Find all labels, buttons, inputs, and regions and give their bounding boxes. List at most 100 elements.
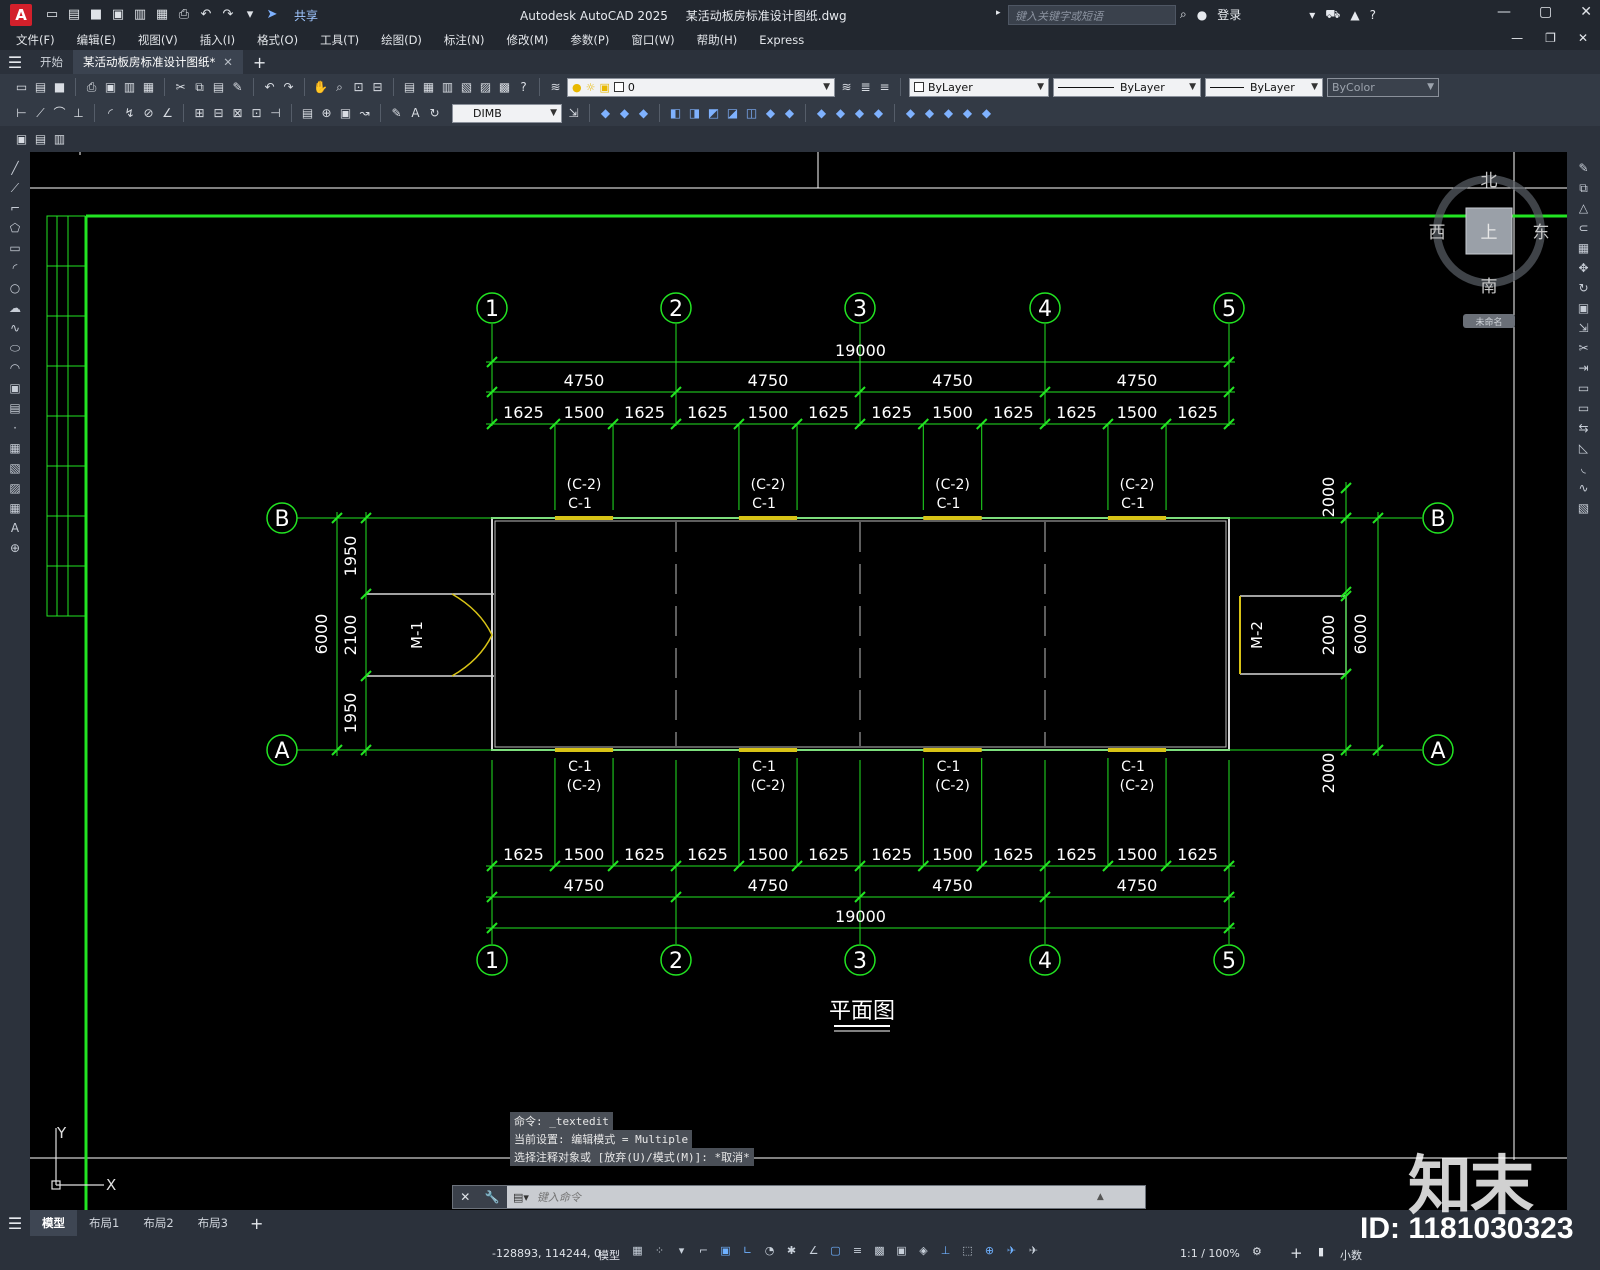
union-icon[interactable]: ◆ bbox=[763, 106, 778, 121]
layer-freeze-icon[interactable]: ☼ bbox=[586, 81, 596, 94]
polygon-icon[interactable]: ⬠ bbox=[7, 220, 23, 236]
mtext-icon[interactable]: A bbox=[7, 520, 23, 536]
blend-icon[interactable]: ∿ bbox=[1576, 480, 1592, 496]
login-button[interactable]: 登录 bbox=[1217, 6, 1241, 23]
dim-update-icon[interactable]: ↻ bbox=[427, 106, 442, 121]
undo-icon[interactable]: ↶ bbox=[198, 7, 214, 23]
object-snap-icon[interactable]: ▢ bbox=[828, 1244, 843, 1259]
snap-icon[interactable]: ⁘ bbox=[652, 1244, 667, 1259]
model-space-toggle[interactable]: 模型 bbox=[598, 1247, 620, 1263]
tool-palettes-icon[interactable]: ▥ bbox=[440, 80, 455, 95]
chamfer-icon[interactable]: ◺ bbox=[1576, 440, 1592, 456]
lineweight-toggle-icon[interactable]: ≡ bbox=[850, 1244, 865, 1259]
shell-icon[interactable]: ◆ bbox=[979, 106, 994, 121]
insert-block-icon[interactable]: ▤ bbox=[33, 132, 48, 147]
cart-icon[interactable]: ⛟ bbox=[1325, 7, 1340, 23]
dim-break-icon[interactable]: ⊣ bbox=[268, 106, 283, 121]
layer-lock-icon[interactable]: ▣ bbox=[599, 81, 609, 94]
markup-icon[interactable]: ▨ bbox=[478, 80, 493, 95]
fillet-edge-icon[interactable]: ◆ bbox=[922, 106, 937, 121]
linetype-dropdown[interactable]: ByLayer ▼ bbox=[1053, 77, 1201, 97]
ellipse-icon[interactable]: ⬭ bbox=[7, 340, 23, 356]
add-selected-icon[interactable]: ⊕ bbox=[7, 540, 23, 556]
circle-icon[interactable]: ○ bbox=[7, 280, 23, 296]
dim-style-icon[interactable]: ⇲ bbox=[566, 106, 581, 121]
command-history-toggle-icon[interactable]: ▲ bbox=[1097, 1192, 1104, 1202]
menu-view[interactable]: 视图(V) bbox=[138, 32, 178, 48]
layer-on-icon[interactable]: ● bbox=[572, 81, 582, 94]
break-icon[interactable]: ▭ bbox=[1576, 400, 1592, 416]
menu-insert[interactable]: 插入(I) bbox=[200, 32, 235, 48]
units-value[interactable]: 小数 bbox=[1340, 1247, 1362, 1263]
lineweight-dropdown[interactable]: ByLayer ▼ bbox=[1205, 77, 1323, 97]
section-icon[interactable]: ◆ bbox=[852, 106, 867, 121]
quick-dim-icon[interactable]: ⊞ bbox=[192, 106, 207, 121]
inspection-icon[interactable]: ▣ bbox=[338, 106, 353, 121]
tab-layout1[interactable]: 布局1 bbox=[77, 1210, 131, 1236]
ortho-icon[interactable]: ∟ bbox=[740, 1244, 755, 1259]
extrude-icon[interactable]: ◧ bbox=[668, 106, 683, 121]
menu-express[interactable]: Express bbox=[759, 33, 804, 47]
customize-dropdown-icon[interactable]: ▾ bbox=[242, 7, 258, 23]
tab-document[interactable]: 某活动板房标准设计图纸* ✕ bbox=[73, 50, 243, 74]
add-layout-icon[interactable]: + bbox=[250, 1214, 263, 1233]
tab-start[interactable]: 开始 bbox=[30, 50, 73, 74]
publish-icon[interactable]: ▥ bbox=[132, 7, 148, 23]
make-current-layer-icon[interactable]: ≋ bbox=[839, 80, 854, 95]
layer-dropdown[interactable]: ● ☼ ▣ 0 ▼ bbox=[567, 77, 835, 97]
new-tab-icon[interactable]: + bbox=[253, 53, 266, 72]
tolerance-icon[interactable]: ▤ bbox=[300, 106, 315, 121]
dim-edit-icon[interactable]: ✎ bbox=[389, 106, 404, 121]
wedge-icon[interactable]: ◆ bbox=[636, 106, 651, 121]
plot-icon[interactable]: ⎙ bbox=[84, 80, 99, 95]
dim-baseline-icon[interactable]: ⊟ bbox=[211, 106, 226, 121]
dim-continue-icon[interactable]: ⊠ bbox=[230, 106, 245, 121]
dropdown-icon[interactable]: ▾ bbox=[1309, 8, 1315, 22]
isodraft-icon[interactable]: ✱ bbox=[784, 1244, 799, 1259]
layout-menu-icon[interactable]: ☰ bbox=[0, 1214, 30, 1233]
zoom-previous-icon[interactable]: ⊟ bbox=[370, 80, 385, 95]
units-icon[interactable]: ▮ bbox=[1318, 1245, 1324, 1258]
plotstyle-dropdown[interactable]: ByColor ▼ bbox=[1327, 77, 1439, 97]
calculator-icon[interactable]: ▩ bbox=[497, 80, 512, 95]
menu-draw[interactable]: 绘图(D) bbox=[381, 32, 422, 48]
rotate-icon[interactable]: ↻ bbox=[1576, 280, 1592, 296]
menu-hamburger-icon[interactable]: ☰ bbox=[0, 53, 30, 72]
jogged-linear-icon[interactable]: ↝ bbox=[357, 106, 372, 121]
transparency-icon[interactable]: ▩ bbox=[872, 1244, 887, 1259]
gizmo-icon[interactable]: ⊕ bbox=[982, 1244, 997, 1259]
layer-states-icon[interactable]: ≡ bbox=[877, 80, 892, 95]
minimize-icon[interactable]: — bbox=[1497, 4, 1511, 20]
viewcube-west[interactable]: 西 bbox=[1429, 223, 1446, 243]
explode-icon[interactable]: ▧ bbox=[1576, 500, 1592, 516]
tab-model[interactable]: 模型 bbox=[30, 1210, 77, 1236]
dim-ordinate-icon[interactable]: ⊥ bbox=[71, 106, 86, 121]
break-at-point-icon[interactable]: ▭ bbox=[1576, 380, 1592, 396]
polar-icon[interactable]: ◔ bbox=[762, 1244, 777, 1259]
search-expand-icon[interactable]: ▸ bbox=[996, 8, 1001, 18]
viewcube-north[interactable]: 北 bbox=[1481, 171, 1498, 191]
doc-restore-icon[interactable]: ❐ bbox=[1545, 31, 1556, 45]
menu-modify[interactable]: 修改(M) bbox=[507, 32, 549, 48]
maximize-icon[interactable]: ▢ bbox=[1539, 4, 1552, 20]
region-icon[interactable]: ▨ bbox=[7, 480, 23, 496]
rectangle-icon[interactable]: ▭ bbox=[7, 240, 23, 256]
user-icon[interactable]: ● bbox=[1197, 8, 1207, 22]
viewcube[interactable]: 上 北 南 东 西 未命名 bbox=[1429, 171, 1550, 328]
menu-file[interactable]: 文件(F) bbox=[16, 32, 55, 48]
dimstyle-dropdown[interactable]: DIMB ▼ bbox=[452, 103, 562, 123]
ellipse-arc-icon[interactable]: ◠ bbox=[7, 360, 23, 376]
dim-angular-icon[interactable]: ∠ bbox=[160, 106, 175, 121]
save-icon[interactable]: ■ bbox=[88, 7, 104, 23]
plot-preview-icon[interactable]: ▣ bbox=[103, 80, 118, 95]
design-center-icon[interactable]: ▦ bbox=[421, 80, 436, 95]
line-icon[interactable]: ╱ bbox=[7, 160, 23, 176]
menu-window[interactable]: 窗口(W) bbox=[631, 32, 674, 48]
3d-osnap-icon[interactable]: ◈ bbox=[916, 1244, 931, 1259]
erase-icon[interactable]: ✎ bbox=[1576, 160, 1592, 176]
save-as-icon[interactable]: ▣ bbox=[110, 7, 126, 23]
autocad-app-icon[interactable]: A bbox=[10, 4, 32, 26]
qnew-icon[interactable]: ▭ bbox=[14, 80, 29, 95]
annotation-scale[interactable]: 1:1 / 100% bbox=[1180, 1247, 1240, 1260]
copy-icon[interactable]: ⧉ bbox=[192, 80, 207, 95]
